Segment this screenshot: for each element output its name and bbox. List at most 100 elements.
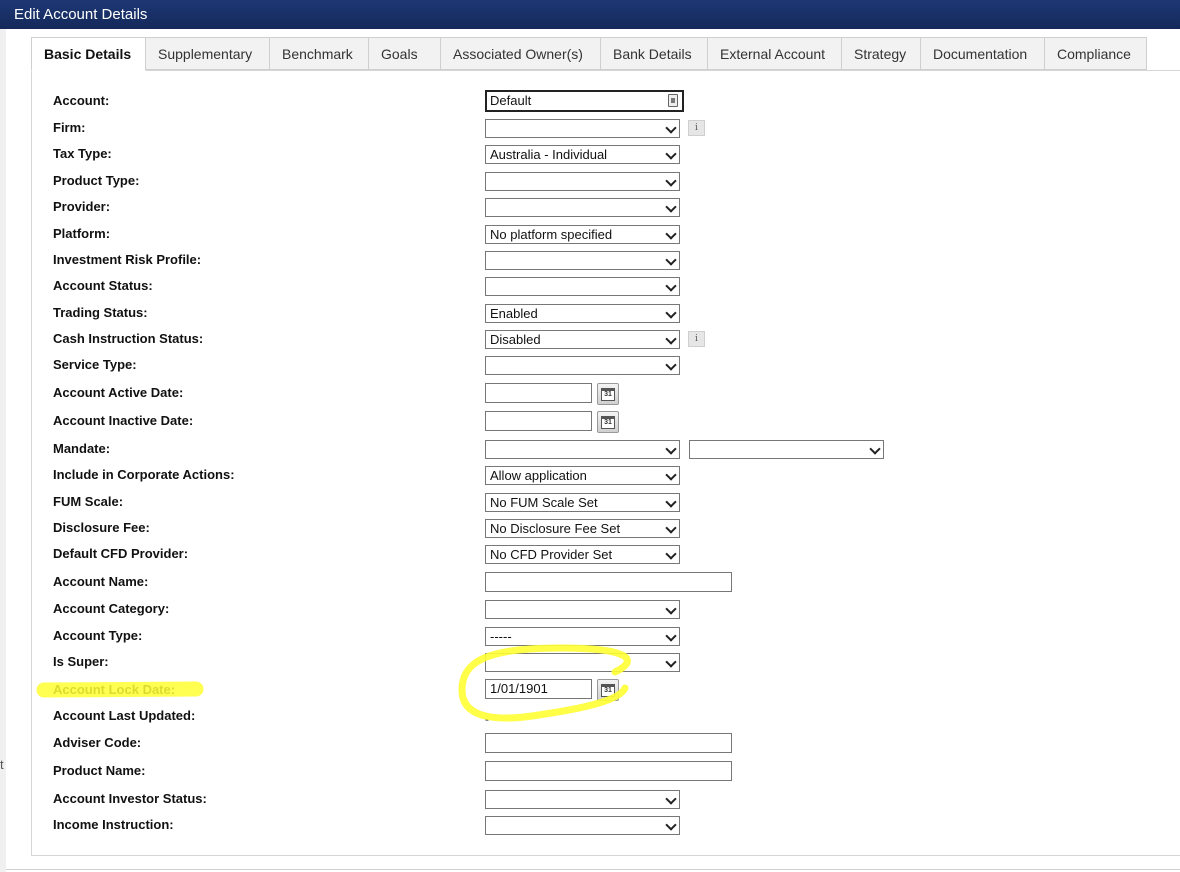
product-name-input[interactable] <box>485 761 732 781</box>
info-icon[interactable]: i <box>688 331 705 347</box>
chevron-down-icon <box>665 359 677 371</box>
tab-associated-owners[interactable]: Associated Owner(s) <box>441 37 601 70</box>
tax-type-value: Australia - Individual <box>490 147 608 162</box>
label-account-type: Account Type: <box>53 628 143 643</box>
background-stray-text: t <box>0 757 4 772</box>
account-lookup-field[interactable]: Default <box>485 90 684 112</box>
info-icon[interactable]: i <box>688 120 705 136</box>
label-is-super: Is Super: <box>53 654 109 669</box>
platform-select[interactable]: No platform specified <box>485 225 680 244</box>
account-last-updated-value: - <box>485 712 489 726</box>
label-provider: Provider: <box>53 199 111 214</box>
label-platform: Platform: <box>53 226 111 241</box>
label-fum-scale: FUM Scale: <box>53 494 124 509</box>
chevron-down-icon <box>665 254 677 266</box>
label-adviser-code: Adviser Code: <box>53 735 142 750</box>
account-name-input[interactable] <box>485 572 732 592</box>
label-disclosure-fee: Disclosure Fee: <box>53 520 150 535</box>
chevron-down-icon <box>665 630 677 642</box>
calendar-day: 31 <box>601 416 615 429</box>
label-mandate: Mandate: <box>53 441 111 456</box>
account-investor-status-select[interactable] <box>485 790 680 809</box>
mandate-select[interactable] <box>485 440 680 459</box>
chevron-down-icon <box>665 469 677 481</box>
income-instruction-select[interactable] <box>485 816 680 835</box>
chevron-down-icon <box>665 496 677 508</box>
label-cash-instruction-status: Cash Instruction Status: <box>53 331 204 346</box>
account-inactive-date-input[interactable] <box>485 411 592 431</box>
label-firm: Firm: <box>53 120 86 135</box>
include-corporate-actions-value: Allow application <box>490 468 587 483</box>
label-product-type: Product Type: <box>53 173 140 188</box>
cash-instruction-status-select[interactable]: Disabled <box>485 330 680 349</box>
chevron-down-icon <box>665 548 677 560</box>
include-corporate-actions-select[interactable]: Allow application <box>485 466 680 485</box>
trading-status-select[interactable]: Enabled <box>485 304 680 323</box>
bottom-divider <box>6 869 1180 870</box>
label-account: Account: <box>53 93 110 108</box>
tab-documentation[interactable]: Documentation <box>921 37 1045 70</box>
chevron-down-icon <box>665 603 677 615</box>
account-category-select[interactable] <box>485 600 680 619</box>
label-default-cfd-provider: Default CFD Provider: <box>53 546 189 561</box>
tab-external-account[interactable]: External Account <box>708 37 842 70</box>
left-background-strip <box>0 29 6 872</box>
chevron-down-icon <box>665 122 677 134</box>
firm-select[interactable] <box>485 119 680 138</box>
calendar-icon[interactable]: 31 <box>597 411 619 433</box>
chevron-down-icon <box>869 443 881 455</box>
adviser-code-input[interactable] <box>485 733 732 753</box>
label-account-name: Account Name: <box>53 574 149 589</box>
tab-strategy[interactable]: Strategy <box>842 37 921 70</box>
chevron-down-icon <box>665 307 677 319</box>
tab-supplementary[interactable]: Supplementary <box>146 37 270 70</box>
label-product-name: Product Name: <box>53 763 146 778</box>
label-account-category: Account Category: <box>53 601 170 616</box>
label-trading-status: Trading Status: <box>53 305 148 320</box>
investment-risk-profile-select[interactable] <box>485 251 680 270</box>
label-include-corporate-actions: Include in Corporate Actions: <box>53 467 235 482</box>
platform-value: No platform specified <box>490 227 613 242</box>
chevron-down-icon <box>665 522 677 534</box>
account-type-select[interactable]: ----- <box>485 627 680 646</box>
label-service-type: Service Type: <box>53 357 137 372</box>
tab-goals[interactable]: Goals <box>369 37 441 70</box>
label-account-last-updated: Account Last Updated: <box>53 708 196 723</box>
chevron-down-icon <box>665 333 677 345</box>
account-status-select[interactable] <box>485 277 680 296</box>
tab-compliance[interactable]: Compliance <box>1045 37 1147 70</box>
calendar-day: 31 <box>601 684 615 697</box>
tab-basic-details[interactable]: Basic Details <box>31 37 146 71</box>
is-super-select[interactable] <box>485 653 680 672</box>
disclosure-fee-select[interactable]: No Disclosure Fee Set <box>485 519 680 538</box>
chevron-down-icon <box>665 201 677 213</box>
fum-scale-select[interactable]: No FUM Scale Set <box>485 493 680 512</box>
calendar-icon[interactable]: 31 <box>597 679 619 701</box>
default-cfd-provider-value: No CFD Provider Set <box>490 547 613 562</box>
tax-type-select[interactable]: Australia - Individual <box>485 145 680 164</box>
trading-status-value: Enabled <box>490 306 538 321</box>
default-cfd-provider-select[interactable]: No CFD Provider Set <box>485 545 680 564</box>
mandate-secondary-select[interactable] <box>689 440 884 459</box>
label-tax-type: Tax Type: <box>53 146 112 161</box>
label-income-instruction: Income Instruction: <box>53 817 174 832</box>
lookup-icon[interactable] <box>668 94 678 107</box>
product-type-select[interactable] <box>485 172 680 191</box>
service-type-select[interactable] <box>485 356 680 375</box>
calendar-day: 31 <box>601 388 615 401</box>
account-active-date-input[interactable] <box>485 383 592 403</box>
label-account-inactive-date: Account Inactive Date: <box>53 413 194 428</box>
tab-benchmark[interactable]: Benchmark <box>270 37 369 70</box>
cash-instruction-status-value: Disabled <box>490 332 541 347</box>
calendar-icon[interactable]: 31 <box>597 383 619 405</box>
chevron-down-icon <box>665 793 677 805</box>
account-lock-date-input[interactable]: 1/01/1901 <box>485 679 592 699</box>
provider-select[interactable] <box>485 198 680 217</box>
chevron-down-icon <box>665 819 677 831</box>
chevron-down-icon <box>665 443 677 455</box>
tab-bank-details[interactable]: Bank Details <box>601 37 708 70</box>
chevron-down-icon <box>665 228 677 240</box>
label-account-investor-status: Account Investor Status: <box>53 791 207 806</box>
fum-scale-value: No FUM Scale Set <box>490 495 598 510</box>
disclosure-fee-value: No Disclosure Fee Set <box>490 521 621 536</box>
